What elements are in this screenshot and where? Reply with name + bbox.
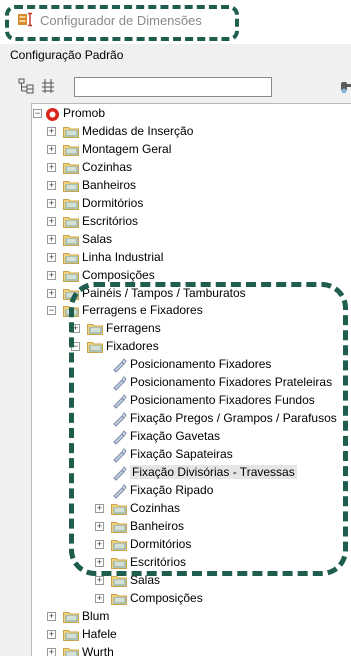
tree-item-label: Salas [82,232,112,246]
folder-icon [111,556,127,569]
tree-item-label: Composições [130,591,203,605]
tree-item-label: Dormitórios [130,537,191,551]
folder-icon [111,574,127,587]
tree-item-label: Ferragens [106,321,161,335]
title-highlight [5,5,239,41]
tree-item-label: Medidas de Inserção [82,124,193,138]
tree-item-label: Fixadores [106,339,159,353]
tree-item-label: Banheiros [82,178,136,192]
settings-item-icon [111,357,127,373]
expand-toggle[interactable]: + [47,163,56,172]
settings-item-icon [111,483,127,499]
folder-icon [63,233,79,246]
folder-icon [63,215,79,228]
tree-item-label: Promob [63,106,105,120]
tree-item-label: Wurth [82,645,114,656]
tree-item-label: Blum [82,609,109,623]
tree-item-label: Hafele [82,627,117,641]
folder-icon [111,592,127,605]
folder-icon [63,125,79,138]
tree-item-label: Cozinhas [130,501,180,515]
tree-item-label: Cozinhas [82,160,132,174]
folder-icon [87,340,103,353]
toolbar [18,66,351,100]
expand-toggle[interactable]: + [95,522,104,531]
expand-toggle[interactable]: + [47,630,56,639]
folder-icon [63,161,79,174]
collapse-toggle[interactable]: − [47,306,56,315]
folder-icon [111,538,127,551]
settings-item-icon [111,465,127,481]
collapse-toggle[interactable]: − [33,109,42,118]
expand-toggle[interactable]: + [47,271,56,280]
tree-item-label: Posicionamento Fixadores Prateleiras [130,375,332,389]
folder-icon [63,628,79,641]
tree-item-label: Composições [82,268,155,282]
expand-toggle[interactable]: + [47,253,56,262]
tree-item-label: Salas [130,573,160,587]
folder-icon [63,143,79,156]
tree-item-label: Fixação Pregos / Grampos / Parafusos [130,411,337,425]
expand-toggle[interactable]: + [47,181,56,190]
folder-icon [63,197,79,210]
expand-toggle[interactable]: + [47,235,56,244]
expand-toggle[interactable]: + [95,576,104,585]
settings-item-icon [111,411,127,427]
tree-item-label: Dormitórios [82,196,143,210]
tree-item-label: Painéis / Tampos / Tamburatos [82,286,246,300]
folder-icon [63,304,79,317]
expand-toggle[interactable]: + [47,145,56,154]
group-label: Configuração Padrão [10,48,123,62]
expand-toggle[interactable]: + [95,594,104,603]
folder-icon [63,269,79,282]
tree-view-icon[interactable] [18,78,34,94]
expand-toggle[interactable]: + [71,324,80,333]
expand-toggle[interactable]: + [95,504,104,513]
tree-item-label: Montagem Geral [82,142,171,156]
collapse-toggle[interactable]: − [71,342,80,351]
folder-icon [111,520,127,533]
folder-icon [63,646,79,656]
tree-item-label: Escritórios [130,555,186,569]
folder-icon [87,322,103,335]
folder-icon [63,179,79,192]
folder-icon [111,502,127,515]
tree-item-label: Escritórios [82,214,138,228]
settings-item-icon [111,429,127,445]
search-input[interactable] [74,77,272,97]
tree-panel[interactable]: − Promob + Medidas de Inserção + Montagem Ger… [31,103,351,656]
tree-item-label: Fixação Ripado [130,483,213,497]
list-view-icon[interactable] [40,78,56,94]
expand-toggle[interactable]: + [47,289,56,298]
tree-item-label: Fixação Sapateiras [130,447,233,461]
promob-logo-icon [45,107,61,120]
expand-toggle[interactable]: + [95,540,104,549]
expand-toggle[interactable]: + [47,217,56,226]
folder-icon [63,251,79,264]
settings-item-icon [111,447,127,463]
binoculars-icon[interactable] [340,79,351,95]
folder-icon [63,287,79,300]
tree-item-label: Fixação Divisórias - Travessas [130,465,297,479]
expand-toggle[interactable]: + [95,558,104,567]
tree-item-label: Posicionamento Fixadores Fundos [130,393,315,407]
expand-toggle[interactable]: + [47,127,56,136]
folder-icon [63,610,79,623]
settings-item-icon [111,375,127,391]
tree-item-label: Ferragens e Fixadores [82,303,203,317]
expand-toggle[interactable]: + [47,199,56,208]
settings-item-icon [111,393,127,409]
tree-item-label: Linha Industrial [82,250,163,264]
tree-item-label: Posicionamento Fixadores [130,357,271,371]
tree-item-label: Banheiros [130,519,184,533]
tree-item-label: Fixação Gavetas [130,429,220,443]
expand-toggle[interactable]: + [47,612,56,621]
